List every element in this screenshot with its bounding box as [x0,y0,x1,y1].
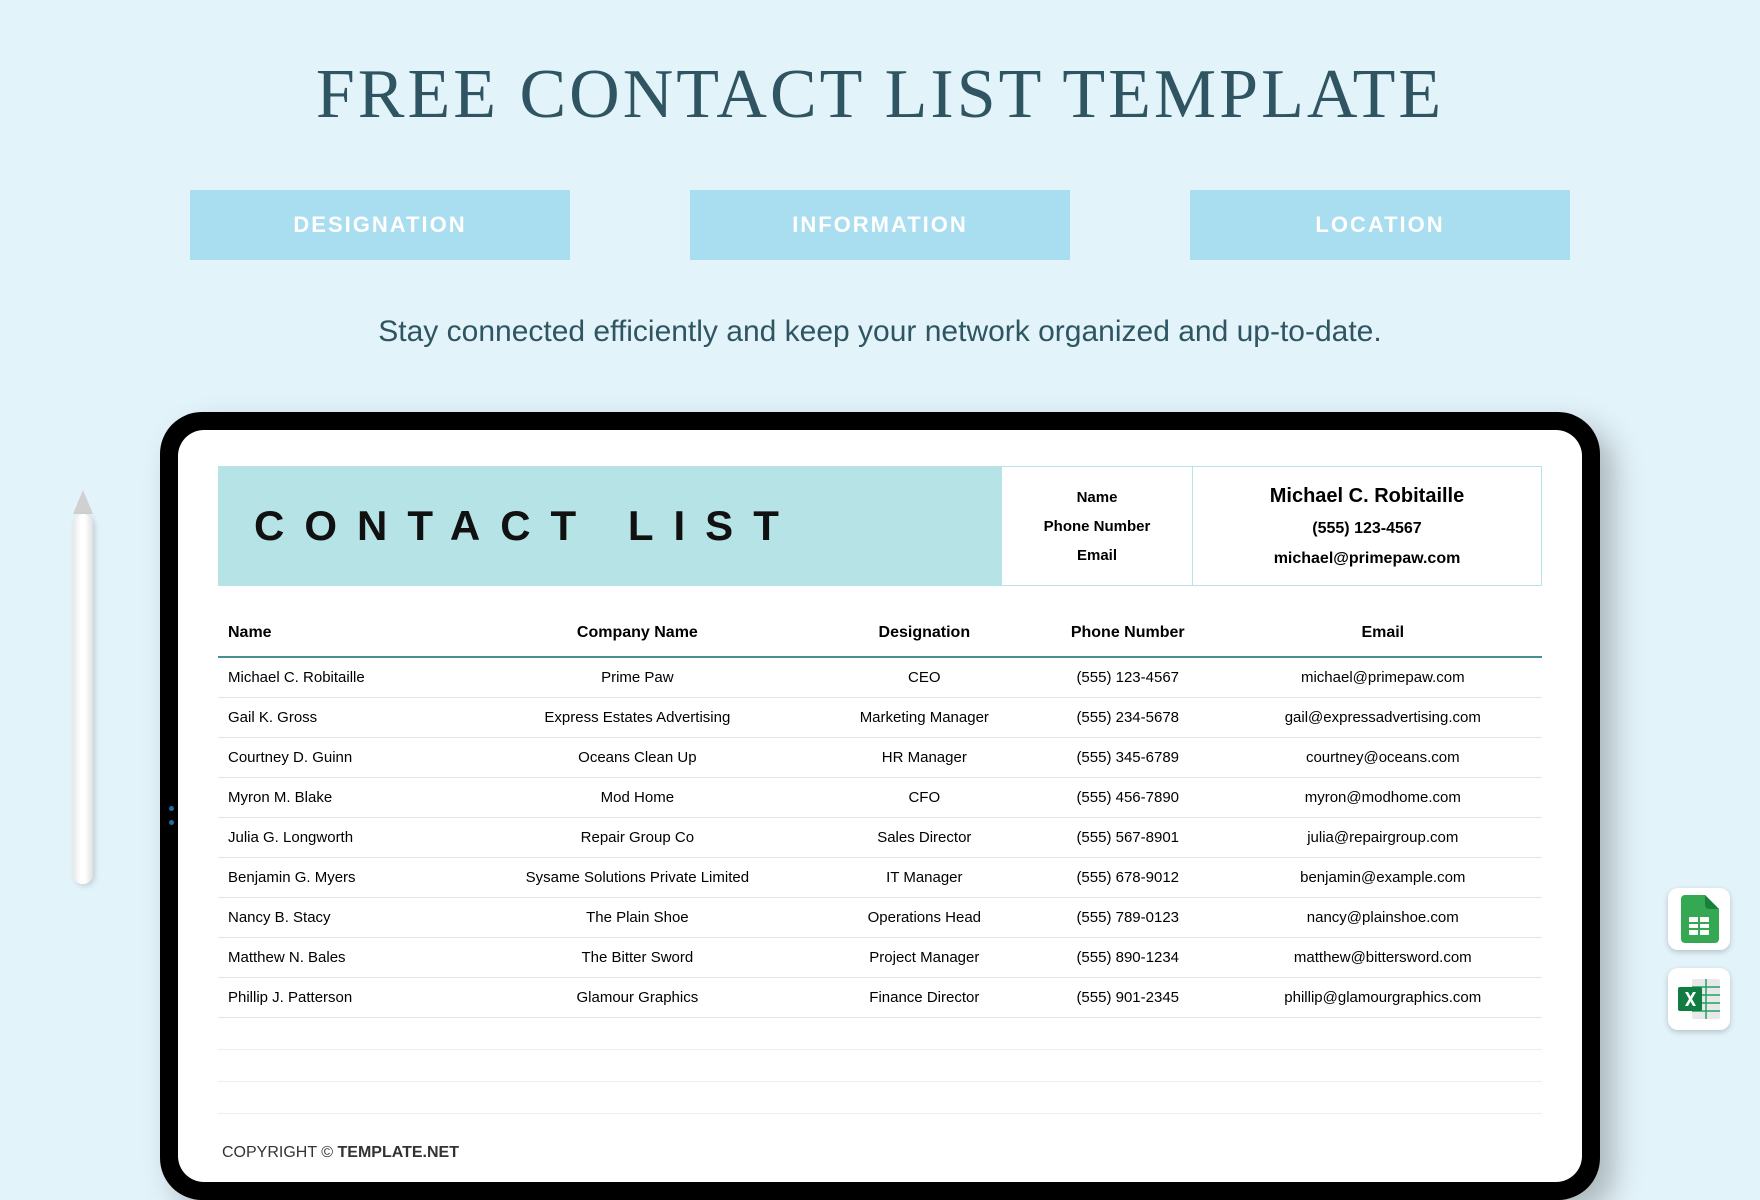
copyright-prefix: COPYRIGHT © [222,1144,338,1161]
info-label-name: Name [1002,489,1192,506]
cell-designation: HR Manager [817,738,1032,778]
cell-name: Myron M. Blake [218,778,458,818]
pill-information: INFORMATION [690,190,1070,260]
cell-email: michael@primepaw.com [1224,657,1542,698]
table-row: Nancy B. StacyThe Plain ShoeOperations H… [218,898,1542,938]
cell-designation: Sales Director [817,818,1032,858]
table-header-row: Name Company Name Designation Phone Numb… [218,610,1542,657]
copyright-brand: TEMPLATE.NET [338,1144,459,1161]
cell-email: benjamin@example.com [1224,858,1542,898]
cell-email: myron@modhome.com [1224,778,1542,818]
cell-name: Michael C. Robitaille [218,657,458,698]
cell-name: Gail K. Gross [218,698,458,738]
tablet-device: CONTACT LIST Name Phone Number Email Mic… [160,412,1600,1200]
cell-phone: (555) 567-8901 [1032,818,1224,858]
cell-company: The Plain Shoe [458,898,817,938]
cell-name: Julia G. Longworth [218,818,458,858]
cell-company: Glamour Graphics [458,978,817,1018]
col-email: Email [1224,610,1542,657]
table-row: Benjamin G. MyersSysame Solutions Privat… [218,858,1542,898]
cell-designation: Project Manager [817,938,1032,978]
cell-email: julia@repairgroup.com [1224,818,1542,858]
pill-location: LOCATION [1190,190,1570,260]
cell-phone: (555) 789-0123 [1032,898,1224,938]
cell-name: Benjamin G. Myers [218,858,458,898]
document-title: CONTACT LIST [254,502,799,550]
cell-company: The Bitter Sword [458,938,817,978]
cell-designation: CEO [817,657,1032,698]
page-title: FREE CONTACT LIST TEMPLATE [0,0,1760,135]
cell-company: Repair Group Co [458,818,817,858]
cell-company: Prime Paw [458,657,817,698]
cell-email: phillip@glamourgraphics.com [1224,978,1542,1018]
info-label-phone: Phone Number [1002,518,1192,535]
cell-designation: Finance Director [817,978,1032,1018]
document-title-box: CONTACT LIST [218,466,1002,586]
cell-phone: (555) 456-7890 [1032,778,1224,818]
table-row-blank [218,1018,1542,1050]
cell-company: Mod Home [458,778,817,818]
info-value-name: Michael C. Robitaille [1193,485,1541,508]
col-phone: Phone Number [1032,610,1224,657]
pill-row: DESIGNATION INFORMATION LOCATION [0,190,1760,260]
app-icons [1668,888,1730,1030]
cell-email: nancy@plainshoe.com [1224,898,1542,938]
cell-phone: (555) 678-9012 [1032,858,1224,898]
cell-company: Oceans Clean Up [458,738,817,778]
excel-icon[interactable] [1668,968,1730,1030]
cell-designation: Marketing Manager [817,698,1032,738]
cell-designation: Operations Head [817,898,1032,938]
tablet-screen: CONTACT LIST Name Phone Number Email Mic… [178,430,1582,1182]
cell-designation: CFO [817,778,1032,818]
col-name: Name [218,610,458,657]
cell-company: Express Estates Advertising [458,698,817,738]
table-row: Myron M. BlakeMod HomeCFO(555) 456-7890m… [218,778,1542,818]
table-row: Matthew N. BalesThe Bitter SwordProject … [218,938,1542,978]
table-row: Courtney D. GuinnOceans Clean UpHR Manag… [218,738,1542,778]
cell-phone: (555) 890-1234 [1032,938,1224,978]
col-company: Company Name [458,610,817,657]
table-row-blank [218,1082,1542,1114]
cell-phone: (555) 234-5678 [1032,698,1224,738]
pill-designation: DESIGNATION [190,190,570,260]
cell-phone: (555) 901-2345 [1032,978,1224,1018]
cell-name: Courtney D. Guinn [218,738,458,778]
cell-email: gail@expressadvertising.com [1224,698,1542,738]
info-value-email: michael@primepaw.com [1193,550,1541,568]
copyright: COPYRIGHT © TEMPLATE.NET [218,1144,1542,1162]
cell-phone: (555) 123-4567 [1032,657,1224,698]
cell-name: Nancy B. Stacy [218,898,458,938]
info-label-email: Email [1002,547,1192,564]
owner-info-box: Name Phone Number Email Michael C. Robit… [1002,466,1542,586]
contact-table: Name Company Name Designation Phone Numb… [218,610,1542,1114]
cell-name: Phillip J. Patterson [218,978,458,1018]
subtitle: Stay connected efficiently and keep your… [0,315,1760,349]
table-row: Michael C. RobitaillePrime PawCEO(555) 1… [218,657,1542,698]
table-row-blank [218,1050,1542,1082]
google-sheets-icon[interactable] [1668,888,1730,950]
cell-email: courtney@oceans.com [1224,738,1542,778]
info-value-phone: (555) 123-4567 [1193,520,1541,538]
stylus-pencil [70,490,96,890]
cell-company: Sysame Solutions Private Limited [458,858,817,898]
table-row: Phillip J. PattersonGlamour GraphicsFina… [218,978,1542,1018]
cell-phone: (555) 345-6789 [1032,738,1224,778]
cell-designation: IT Manager [817,858,1032,898]
cell-email: matthew@bittersword.com [1224,938,1542,978]
table-row: Julia G. LongworthRepair Group CoSales D… [218,818,1542,858]
cell-name: Matthew N. Bales [218,938,458,978]
col-designation: Designation [817,610,1032,657]
table-row: Gail K. GrossExpress Estates Advertising… [218,698,1542,738]
